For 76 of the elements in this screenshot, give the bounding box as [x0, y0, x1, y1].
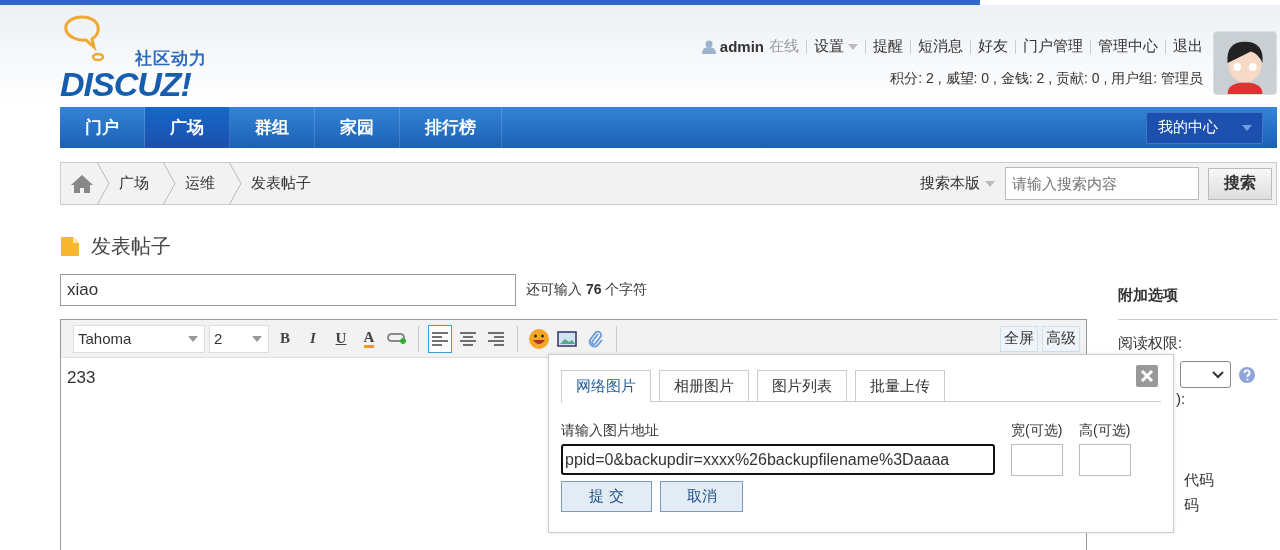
close-icon[interactable] [1136, 365, 1158, 387]
caret-icon [1242, 124, 1252, 131]
font-select[interactable]: Tahoma [73, 324, 205, 353]
width-field[interactable] [1011, 444, 1063, 476]
underline-tool[interactable]: U [329, 324, 353, 353]
align-center-icon [459, 330, 477, 347]
dialog-tab[interactable]: 网络图片 [561, 370, 651, 403]
align-left-tool[interactable] [428, 324, 452, 353]
breadcrumb-link[interactable]: 广场 [119, 174, 163, 193]
help-icon[interactable] [1239, 366, 1255, 383]
chevron-down-icon [1212, 370, 1224, 379]
dialog-tab[interactable]: 图片列表 [757, 370, 847, 401]
breadcrumb-link[interactable]: 发表帖子 [251, 174, 325, 193]
user-menu-link[interactable]: 好友 [978, 37, 1008, 56]
paperclip-icon [587, 328, 603, 349]
caret-icon [985, 180, 995, 187]
color-tool[interactable]: A [357, 324, 381, 353]
align-right-icon [487, 330, 505, 347]
link-icon [387, 330, 407, 347]
avatar[interactable] [1213, 31, 1277, 95]
user-menu-link[interactable]: 管理中心 [1098, 37, 1158, 56]
search-button[interactable]: 搜索 [1208, 167, 1272, 200]
user-icon [701, 39, 716, 54]
subject-field[interactable]: xiao [60, 274, 516, 306]
nav-tab[interactable]: 家园 [315, 107, 400, 148]
chevron-icon [229, 162, 243, 205]
editor-mode-button[interactable]: 高级 [1042, 325, 1080, 352]
breadcrumb-link[interactable]: 运维 [185, 174, 229, 193]
user-menu-link[interactable]: 门户管理 [1023, 37, 1083, 56]
option-label: ): [1175, 390, 1187, 407]
bold-tool[interactable]: B [273, 324, 297, 353]
my-center-menu[interactable]: 我的中心 [1146, 111, 1263, 144]
user-stats: 积分: 2 , 威望: 0 , 金钱: 2 , 贡献: 0 , 用户组: 管理员 [890, 70, 1203, 88]
width-label: 宽(可选) [1011, 422, 1063, 440]
dialog-tab[interactable]: 批量上传 [855, 370, 945, 401]
caret-icon [188, 335, 198, 342]
permission-select[interactable] [1180, 361, 1231, 388]
search-field[interactable]: 请输入搜索内容 [1005, 167, 1199, 200]
logo[interactable]: 社区动力 DISCUZ! [60, 15, 230, 105]
image-icon [557, 330, 577, 347]
nav-tab[interactable]: 群组 [230, 107, 315, 148]
document-icon [60, 236, 81, 257]
url-label: 请输入图片地址 [561, 422, 660, 440]
italic-tool[interactable]: I [301, 324, 325, 353]
chevron-icon [163, 162, 177, 205]
smiley-icon [528, 327, 550, 350]
align-left-icon [431, 330, 449, 347]
height-field[interactable] [1079, 444, 1131, 476]
submit-button[interactable]: 提 交 [561, 481, 652, 512]
user-menu-link[interactable]: 短消息 [918, 37, 963, 56]
sidebar-title: 附加选项 [1118, 286, 1278, 320]
user-menu-link[interactable]: 退出 [1173, 37, 1203, 56]
read-permission-label: 阅读权限: [1118, 334, 1184, 353]
username-link[interactable]: admin [719, 38, 764, 55]
user-menu-link[interactable]: 设置 [814, 37, 858, 56]
user-menu-link[interactable]: 提醒 [873, 37, 903, 56]
dialog-tab[interactable]: 相册图片 [659, 370, 749, 401]
online-status: 在线 [769, 37, 799, 56]
home-icon[interactable] [71, 174, 93, 193]
editor-mode-button[interactable]: 全屏 [1000, 325, 1038, 352]
caret-icon [848, 43, 858, 50]
image-url-field[interactable]: ppid=0&backupdir=xxxx%26backupfilename%3Daaaa [561, 444, 995, 475]
search-scope-menu[interactable]: 搜索本版 [920, 174, 995, 193]
nav-tab[interactable]: 广场 [145, 107, 230, 148]
character-count-hint: 还可输入 76 个字符 [526, 281, 648, 299]
chevron-icon [97, 162, 111, 205]
page-title: 发表帖子 [91, 234, 171, 259]
nav-tab[interactable]: 排行榜 [400, 107, 502, 148]
thought-bubble-icon [62, 15, 106, 63]
option-label: 码 [1183, 496, 1200, 515]
option-label: 代码 [1183, 471, 1215, 490]
logo-tagline: 社区动力 [135, 48, 207, 70]
size-select[interactable]: 2 [209, 324, 269, 353]
cancel-button[interactable]: 取消 [660, 481, 743, 512]
caret-icon [252, 335, 262, 342]
height-label: 高(可选) [1079, 422, 1131, 440]
